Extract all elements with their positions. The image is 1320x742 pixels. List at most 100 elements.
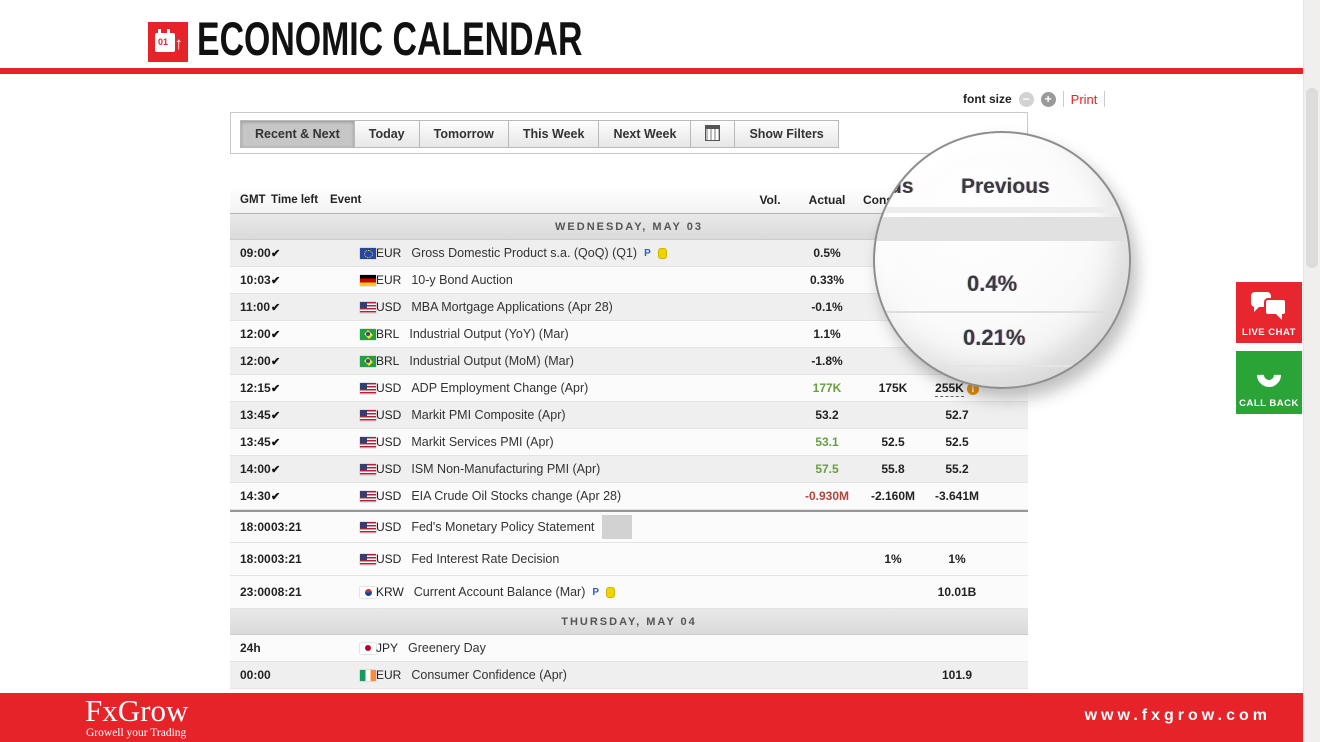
scrollbar-thumb[interactable] bbox=[1306, 88, 1318, 268]
currency-code: EUR bbox=[376, 273, 401, 287]
table-row[interactable]: 23:00 08:21 KRW Current Account Balance … bbox=[230, 576, 1028, 609]
page-header: 01 ↑ ECONOMIC CALENDAR bbox=[0, 0, 1320, 68]
tab-next-week[interactable]: Next Week bbox=[598, 120, 691, 148]
font-size-increase-button[interactable]: + bbox=[1041, 92, 1056, 107]
lens-header-partial: us bbox=[889, 175, 914, 199]
event-cell: USD Markit PMI Composite (Apr) bbox=[330, 408, 745, 422]
completed-check-icon: ✔ bbox=[271, 356, 280, 368]
currency-code: USD bbox=[376, 435, 401, 449]
table-row[interactable]: 18:00 03:21 USD Fed Interest Rate Decisi… bbox=[230, 543, 1028, 576]
gmt-time: 23:00 bbox=[230, 585, 271, 599]
lens-row-line bbox=[873, 207, 1131, 213]
page-title: ECONOMIC CALENDAR bbox=[197, 11, 582, 66]
tab-this-week[interactable]: This Week bbox=[508, 120, 600, 148]
flag-br-icon bbox=[360, 356, 376, 367]
note-icon bbox=[606, 587, 615, 598]
table-row[interactable]: 12:00 ✔ BRL Industrial Output (MoM) (Mar… bbox=[230, 348, 1028, 375]
previous-value: 55.2 bbox=[927, 462, 987, 476]
time-left: ✔ bbox=[271, 246, 330, 260]
flag-kr-icon bbox=[360, 587, 376, 598]
call-back-button[interactable]: CALL BACK bbox=[1236, 351, 1302, 414]
currency-code: BRL bbox=[376, 327, 399, 341]
magnifier-lens: us Previous 0.4% 0.21% bbox=[873, 131, 1131, 389]
scrollbar-track[interactable] bbox=[1303, 0, 1320, 742]
event-name: 10-y Bond Auction bbox=[411, 273, 512, 287]
time-left: ✔ bbox=[271, 300, 330, 314]
toolbar: font size − + Print bbox=[963, 90, 1105, 108]
actual-value: -0.1% bbox=[797, 300, 857, 314]
time-left: 03:21 bbox=[271, 520, 330, 534]
tab-tomorrow[interactable]: Tomorrow bbox=[419, 120, 509, 148]
lens-date-band bbox=[873, 217, 1131, 241]
completed-check-icon: ✔ bbox=[271, 383, 280, 395]
event-cell: JPY Greenery Day bbox=[330, 641, 745, 655]
footer-website-link[interactable]: www.fxgrow.com bbox=[1085, 707, 1271, 725]
attachment-placeholder bbox=[602, 515, 632, 539]
currency-code: KRW bbox=[376, 585, 404, 599]
event-cell: USD EIA Crude Oil Stocks change (Apr 28) bbox=[330, 489, 745, 503]
table-row[interactable]: 24h JPY Greenery Day bbox=[230, 635, 1028, 662]
event-name: Fed Interest Rate Decision bbox=[411, 552, 559, 566]
completed-check-icon: ✔ bbox=[271, 410, 280, 422]
tab-calendar-picker[interactable] bbox=[690, 120, 735, 148]
time-left: ✔ bbox=[271, 273, 330, 287]
time-left: ✔ bbox=[271, 408, 330, 422]
table-row[interactable]: 14:30 ✔ USD EIA Crude Oil Stocks change … bbox=[230, 483, 1028, 510]
actual-value: 0.5% bbox=[797, 246, 857, 260]
consensus-value: 175K bbox=[863, 381, 923, 395]
calendar-glyph: 01 bbox=[155, 33, 175, 52]
flag-us-icon bbox=[360, 410, 376, 421]
event-name: Current Account Balance (Mar) bbox=[414, 585, 586, 599]
print-link[interactable]: Print bbox=[1071, 92, 1098, 107]
header-vol: Vol. bbox=[745, 193, 795, 207]
table-row[interactable]: 14:00 ✔ USD ISM Non-Manufacturing PMI (A… bbox=[230, 456, 1028, 483]
gmt-time: 14:30 bbox=[230, 489, 271, 503]
event-name: Industrial Output (MoM) (Mar) bbox=[409, 354, 574, 368]
time-left: ✔ bbox=[271, 327, 330, 341]
actual-value: 57.5 bbox=[797, 462, 857, 476]
actual-value: 0.33% bbox=[797, 273, 857, 287]
table-row[interactable]: 12:15 ✔ USD ADP Employment Change (Apr) … bbox=[230, 375, 1028, 402]
live-chat-button[interactable]: LIVE CHAT bbox=[1236, 282, 1302, 343]
actual-value: -0.930M bbox=[797, 489, 857, 503]
currency-code: EUR bbox=[376, 246, 401, 260]
previous-value-underlined[interactable]: 255K bbox=[935, 381, 964, 397]
table-row[interactable]: 13:45 ✔ USD Markit PMI Composite (Apr) 5… bbox=[230, 402, 1028, 429]
event-name: Consumer Confidence (Apr) bbox=[411, 668, 567, 682]
table-row[interactable]: 00:00 EUR Consumer Confidence (Apr) 101.… bbox=[230, 662, 1028, 689]
lens-value-1: 0.4% bbox=[967, 271, 1017, 297]
gmt-time: 18:00 bbox=[230, 520, 271, 534]
flag-us-icon bbox=[360, 464, 376, 475]
time-left: ✔ bbox=[271, 435, 330, 449]
tab-today[interactable]: Today bbox=[354, 120, 420, 148]
tab-recent-next[interactable]: Recent & Next bbox=[240, 120, 355, 148]
table-row[interactable]: 13:45 ✔ USD Markit Services PMI (Apr) 53… bbox=[230, 429, 1028, 456]
currency-code: USD bbox=[376, 381, 401, 395]
event-name: Fed's Monetary Policy Statement bbox=[411, 520, 594, 534]
completed-check-icon: ✔ bbox=[271, 275, 280, 287]
event-name: Greenery Day bbox=[408, 641, 486, 655]
event-name: Gross Domestic Product s.a. (QoQ) (Q1) bbox=[411, 246, 637, 260]
consensus-value: 55.8 bbox=[863, 462, 923, 476]
calendar-logo-icon: 01 ↑ bbox=[148, 22, 188, 62]
completed-check-icon: ✔ bbox=[271, 329, 280, 341]
event-cell: USD Fed's Monetary Policy Statement bbox=[330, 515, 745, 539]
gmt-time: 10:03 bbox=[230, 273, 271, 287]
gmt-time: 13:45 bbox=[230, 408, 271, 422]
live-chat-label: LIVE CHAT bbox=[1236, 327, 1302, 338]
actual-value: 177K bbox=[797, 381, 857, 395]
header-time-left: Time left bbox=[271, 194, 330, 206]
gmt-time: 18:00 bbox=[230, 552, 271, 566]
completed-check-icon: ✔ bbox=[271, 437, 280, 449]
tab-show-filters[interactable]: Show Filters bbox=[734, 120, 838, 148]
time-left: 08:21 bbox=[271, 585, 330, 599]
currency-code: USD bbox=[376, 489, 401, 503]
table-row[interactable]: 18:00 03:21 USD Fed's Monetary Policy St… bbox=[230, 510, 1028, 543]
tabs-container: Recent & NextTodayTomorrowThis WeekNext … bbox=[230, 112, 1028, 154]
footer-logo: FxGrow bbox=[85, 695, 188, 726]
font-size-decrease-button[interactable]: − bbox=[1019, 92, 1034, 107]
actual-value: 53.1 bbox=[797, 435, 857, 449]
gmt-time: 13:45 bbox=[230, 435, 271, 449]
header-gmt: GMT bbox=[230, 194, 271, 206]
gmt-time: 00:00 bbox=[230, 668, 271, 682]
